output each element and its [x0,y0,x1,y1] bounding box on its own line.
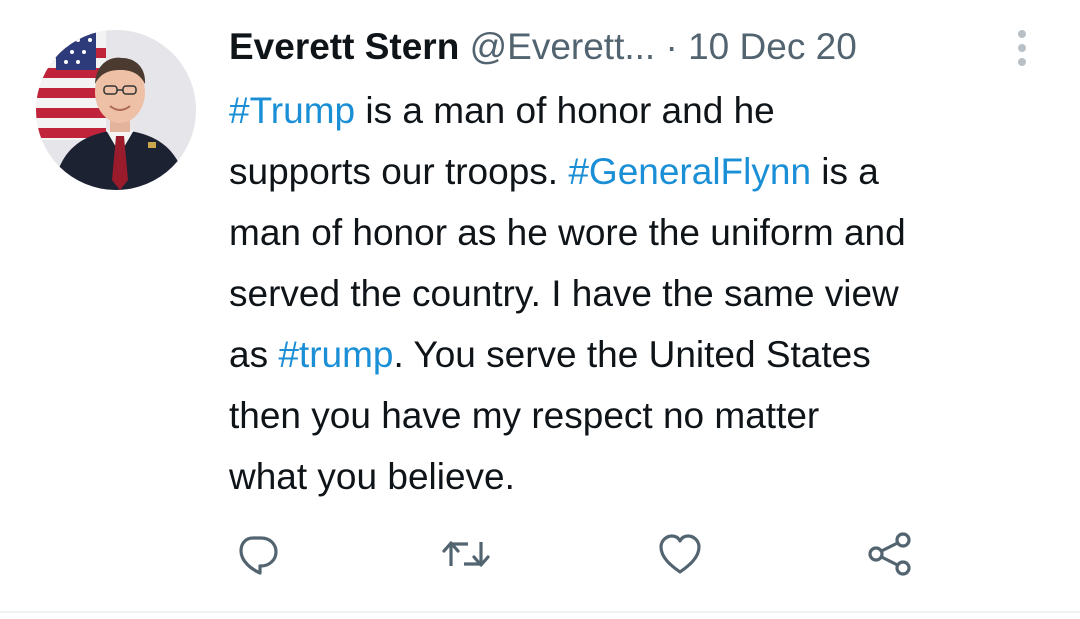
hashtag-link[interactable]: #Trump [229,90,355,131]
tweet-text-segment: supports our troops. [229,151,569,192]
tweet-text-line: what you believe. [229,446,1059,507]
tweet-text-line: then you have my respect no matter [229,385,1059,446]
tweet-text-segment: then you have my respect no matter [229,395,820,436]
reply-button[interactable] [233,530,281,578]
avatar-image [36,30,196,190]
flag-graphic [36,30,106,140]
divider [0,611,1080,613]
tweet-text-segment: what you believe. [229,456,515,497]
share-icon [868,532,911,576]
hashtag-link[interactable]: #GeneralFlynn [568,151,811,192]
hashtag-link[interactable]: #trump [278,334,393,375]
tweet-text-segment: as [229,334,279,375]
share-button[interactable] [866,530,914,578]
retweet-button[interactable] [441,530,490,578]
tweet-text: #Trump is a man of honor and he supports … [229,80,1059,507]
tweet-text-line: supports our troops. #GeneralFlynn is a [229,141,1059,202]
retweet-icon [442,541,490,567]
tweet-date[interactable]: 10 Dec 20 [688,26,857,67]
tweet-text-line: served the country. I have the same view [229,263,1059,324]
tweet-header: Everett Stern @Everett... · 10 Dec 20 [229,24,1029,70]
tweet[interactable]: Everett Stern @Everett... · 10 Dec 20 #T… [0,0,1080,613]
author-handle[interactable]: @Everett... [470,26,656,67]
tweet-text-segment: man of honor as he wore the uniform and [229,212,906,253]
tweet-text-segment: is a [811,151,879,192]
tweet-text-line: as #trump. You serve the United States [229,324,1059,385]
like-icon [659,534,701,574]
tweet-text-segment: . You serve the United States [393,334,871,375]
author-name[interactable]: Everett Stern [229,26,459,67]
reply-icon [239,536,278,575]
tweet-text-segment: is a man of honor and he [355,90,775,131]
more-options-icon[interactable] [1012,28,1032,68]
tweet-text-segment: served the country. I have the same view [229,273,899,314]
like-button[interactable] [656,530,704,578]
tweet-text-line: man of honor as he wore the uniform and [229,202,1059,263]
separator-dot: · [665,26,678,67]
tweet-text-line: #Trump is a man of honor and he [229,80,1059,141]
avatar[interactable] [36,30,196,190]
